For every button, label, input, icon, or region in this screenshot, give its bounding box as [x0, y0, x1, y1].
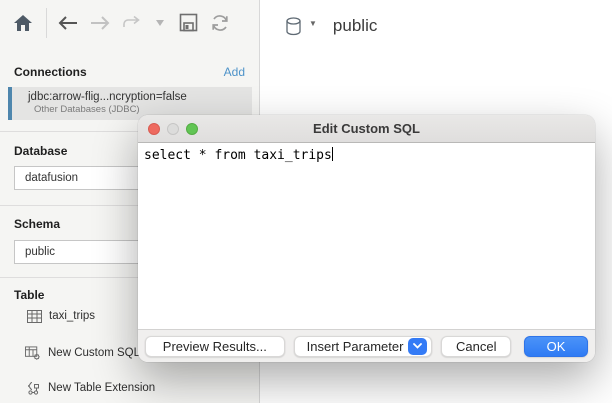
table-item-label: taxi_trips: [49, 310, 95, 322]
save-icon[interactable]: [175, 10, 201, 36]
add-connection-link[interactable]: Add: [224, 65, 245, 79]
table-label: Table: [14, 288, 44, 302]
refresh-icon[interactable]: [207, 10, 233, 36]
connections-header: Connections Add: [14, 63, 245, 81]
table-extension-icon: [25, 380, 41, 396]
forward-icon[interactable]: [87, 10, 113, 36]
zoom-icon[interactable]: [186, 123, 198, 135]
redo-icon[interactable]: [119, 10, 145, 36]
home-icon[interactable]: [10, 10, 36, 36]
close-icon[interactable]: [148, 123, 160, 135]
schema-select-value: public: [25, 246, 55, 258]
cancel-button[interactable]: Cancel: [441, 336, 511, 357]
insert-parameter-label: Insert Parameter: [307, 339, 404, 354]
ok-button[interactable]: OK: [524, 336, 588, 357]
connections-label: Connections: [14, 65, 87, 79]
preview-results-button[interactable]: Preview Results...: [145, 336, 285, 357]
dialog-titlebar[interactable]: Edit Custom SQL: [138, 115, 595, 143]
app-window: Connections Add jdbc:arrow-flig...ncrypt…: [0, 0, 612, 403]
minimize-icon[interactable]: [167, 123, 179, 135]
edit-custom-sql-dialog: Edit Custom SQL select * from taxi_trips…: [138, 115, 595, 362]
connection-name: jdbc:arrow-flig...ncryption=false: [28, 90, 187, 104]
new-table-extension[interactable]: New Table Extension: [25, 378, 255, 398]
datasource-title-row: ▼ public: [285, 16, 377, 36]
datasource-title: public: [333, 16, 377, 36]
redo-dropdown-icon[interactable]: [147, 10, 173, 36]
dialog-footer: Preview Results... Insert Parameter Canc…: [138, 329, 595, 362]
database-label: Database: [14, 144, 67, 158]
database-cylinder-icon[interactable]: [285, 17, 302, 36]
table-grid-icon: [26, 308, 42, 324]
back-icon[interactable]: [55, 10, 81, 36]
dialog-title: Edit Custom SQL: [313, 121, 420, 136]
sql-text-editor[interactable]: select * from taxi_trips: [138, 143, 595, 329]
chevron-down-icon[interactable]: [408, 338, 427, 355]
database-select-value: datafusion: [25, 172, 78, 184]
toolbar: [0, 0, 260, 45]
custom-sql-icon: [25, 345, 41, 361]
new-custom-sql-label: New Custom SQL: [48, 347, 140, 359]
text-cursor: [332, 147, 334, 161]
traffic-lights: [148, 123, 198, 135]
new-table-extension-label: New Table Extension: [48, 382, 155, 394]
schema-label: Schema: [14, 217, 60, 231]
toolbar-divider: [46, 8, 47, 38]
sql-text: select * from taxi_trips: [144, 148, 332, 163]
datasource-dropdown-icon[interactable]: ▼: [309, 19, 317, 28]
insert-parameter-button[interactable]: Insert Parameter: [294, 336, 433, 357]
